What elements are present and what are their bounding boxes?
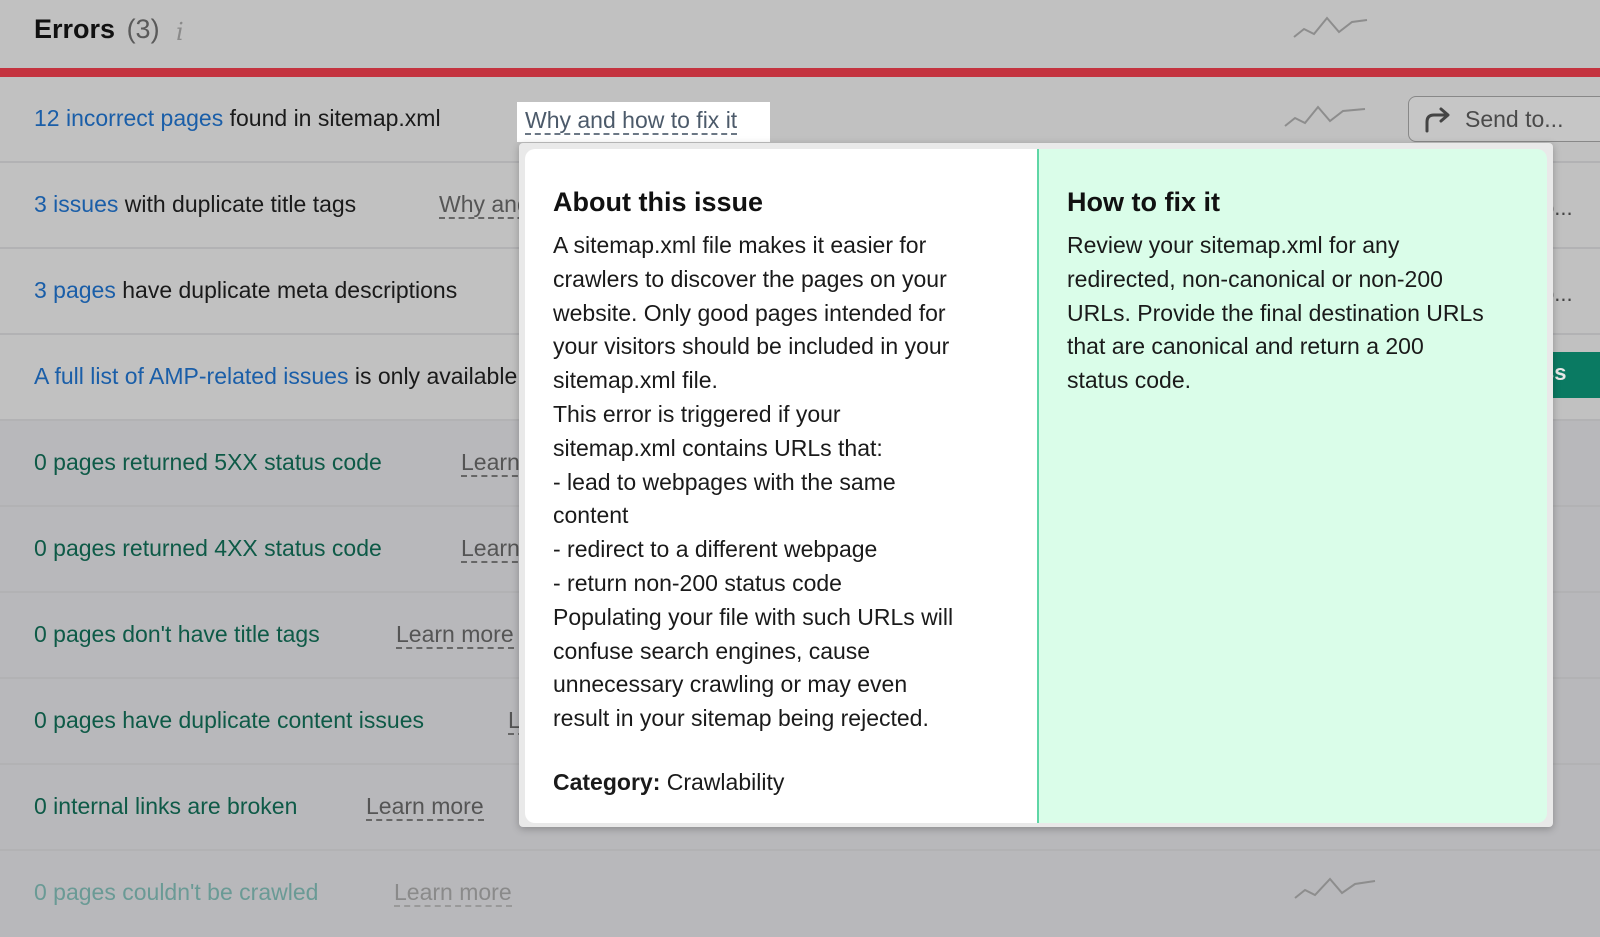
text-line: - return non-200 status code: [553, 569, 842, 596]
text-line: - redirect to a different webpage: [553, 536, 878, 563]
errors-title-label: Errors: [34, 14, 116, 44]
text-line: sitemap.xml file.: [553, 367, 718, 394]
text-line: content: [553, 502, 629, 529]
category-label: Category:: [553, 769, 661, 795]
text-line: This error is triggered if your: [553, 400, 841, 427]
issue-text: 12 incorrect pages found in sitemap.xml: [34, 105, 441, 132]
text-line: A sitemap.xml file makes it easier for: [553, 232, 927, 258]
about-issue-panel: About this issue A sitemap.xml file make…: [525, 149, 1037, 823]
issue-description: is only available: [348, 363, 518, 389]
text-line: Review your sitemap.xml for any: [1067, 232, 1400, 258]
popover-content: About this issue A sitemap.xml file make…: [525, 149, 1547, 823]
text-line: crawlers to discover the pages on your: [553, 265, 947, 292]
issue-text: 3 issues with duplicate title tags: [34, 191, 356, 218]
about-issue-title: About this issue: [553, 187, 764, 217]
errors-count: (3): [126, 14, 160, 44]
info-icon[interactable]: i: [176, 18, 184, 46]
text-line: - lead to webpages with the same: [553, 468, 896, 495]
issue-link[interactable]: A full list of AMP-related issues: [34, 363, 348, 389]
text-line: result in your sitemap being rejected.: [553, 705, 929, 732]
issue-link[interactable]: 3 pages: [34, 277, 116, 303]
errors-header: Errors (3) i: [0, 0, 1600, 68]
learn-more-link[interactable]: Learn more: [396, 621, 514, 649]
issue-text: A full list of AMP-related issues is onl…: [34, 363, 517, 390]
learn-more-link[interactable]: Learn more: [366, 793, 484, 821]
how-to-fix-panel: How to fix it Review your sitemap.xml fo…: [1037, 149, 1547, 823]
sparkline-icon: [1294, 877, 1376, 899]
issue-link[interactable]: 12 incorrect pages: [34, 105, 223, 131]
how-to-fix-body: Review your sitemap.xml for any redirecte…: [1067, 229, 1537, 398]
clipped-green-button[interactable]: ss: [1550, 352, 1600, 398]
issue-description: with duplicate title tags: [118, 191, 357, 217]
issue-description: found in sitemap.xml: [223, 105, 441, 131]
why-and-how-label: Why and how to fix it: [525, 107, 738, 135]
why-and-how-to-fix-link-active[interactable]: Why and how to fix it: [517, 102, 770, 142]
issue-ok-text: 0 pages don't have title tags: [34, 621, 320, 647]
issue-description: have duplicate meta descriptions: [115, 277, 458, 303]
how-to-fix-title: How to fix it: [1067, 187, 1220, 217]
learn-more-link[interactable]: Learn more: [394, 879, 512, 907]
issue-tooltip-popover: About this issue A sitemap.xml file make…: [519, 143, 1553, 827]
text-line: redirected, non-canonical or non-200: [1067, 265, 1443, 292]
text-line: that are canonical and return a 200: [1067, 333, 1424, 360]
errors-panel: Errors (3) i 12 incorrect pages found in…: [0, 0, 1600, 937]
issue-ok-text: 0 pages couldn't be crawled: [34, 879, 319, 905]
issue-ok-text: 0 pages returned 4XX status code: [34, 535, 382, 561]
category-value: Crawlability: [660, 769, 785, 795]
issue-ok-text: 0 internal links are broken: [34, 793, 298, 819]
issue-text: 3 pages have duplicate meta descriptions: [34, 277, 457, 304]
issue-category: Category: Crawlability: [553, 769, 784, 796]
text-line: URLs. Provide the final destination URLs: [1067, 299, 1484, 326]
issue-row: 0 pages couldn't be crawled Learn more: [0, 851, 1600, 937]
issue-ok-text: 0 pages returned 5XX status code: [34, 449, 382, 475]
issue-link[interactable]: 3 issues: [34, 191, 118, 217]
send-to-button[interactable]: Send to...: [1408, 96, 1600, 142]
about-issue-body: A sitemap.xml file makes it easier for cr…: [553, 229, 1013, 736]
sparkline-icon: [1293, 16, 1368, 38]
text-line: unnecessary crawling or may even: [553, 671, 908, 698]
text-line: status code.: [1067, 367, 1192, 394]
text-line: confuse search engines, cause: [553, 637, 871, 664]
text-line: sitemap.xml contains URLs that:: [553, 434, 883, 461]
text-line: your visitors should be included in your: [553, 333, 950, 360]
sparkline-icon: [1284, 105, 1366, 127]
issue-ok-text: 0 pages have duplicate content issues: [34, 707, 424, 733]
error-severity-bar: [0, 68, 1600, 77]
errors-title: Errors (3): [34, 14, 160, 45]
share-arrow-icon: [1425, 107, 1450, 133]
text-line: website. Only good pages intended for: [553, 299, 946, 326]
send-to-label: Send to...: [1465, 106, 1564, 132]
text-line: Populating your file with such URLs will: [553, 603, 954, 630]
